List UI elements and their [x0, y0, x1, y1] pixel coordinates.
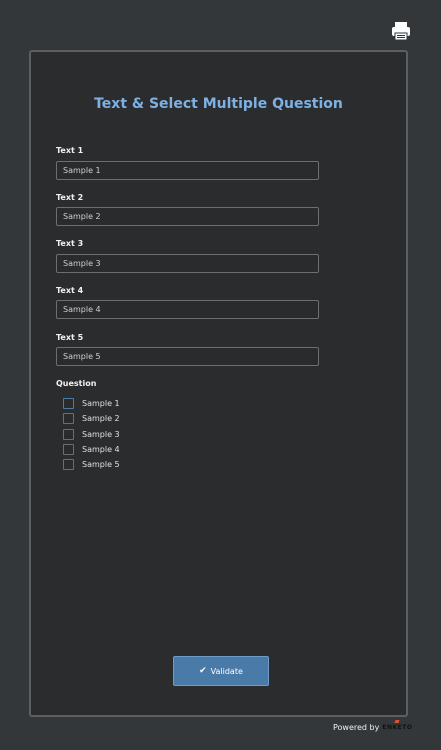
powered-by-footer: Powered by ENKETO — [333, 720, 413, 732]
option-4-label: Sample 4 — [82, 444, 120, 454]
enketo-brand-text: ENKETO — [382, 724, 413, 731]
option-sample-2[interactable]: Sample 2 — [63, 412, 120, 424]
text-2-input[interactable] — [56, 207, 319, 226]
option-4-checkbox[interactable] — [63, 443, 74, 455]
select-question-label: Question — [56, 379, 97, 388]
powered-by-text: Powered by — [333, 723, 380, 732]
option-3-checkbox[interactable] — [63, 428, 74, 440]
form-card: Text & Select Multiple Question Text 1 T… — [29, 50, 408, 717]
option-5-checkbox[interactable] — [63, 458, 74, 470]
option-2-checkbox[interactable] — [63, 412, 74, 424]
option-1-label: Sample 1 — [82, 398, 120, 408]
option-sample-1[interactable]: Sample 1 — [63, 397, 120, 409]
option-sample-3[interactable]: Sample 3 — [63, 428, 120, 440]
option-sample-5[interactable]: Sample 5 — [63, 458, 120, 470]
check-icon: ✔ — [199, 666, 207, 676]
option-1-checkbox[interactable] — [63, 397, 74, 409]
text-5-label: Text 5 — [56, 333, 84, 342]
text-4-input[interactable] — [56, 300, 319, 319]
text-1-input[interactable] — [56, 161, 319, 180]
enketo-logo[interactable]: ENKETO — [382, 720, 413, 731]
option-3-label: Sample 3 — [82, 429, 120, 439]
text-3-input[interactable] — [56, 254, 319, 273]
validate-label: Validate — [210, 666, 243, 676]
enketo-logo-mark — [394, 720, 400, 723]
text-5-input[interactable] — [56, 347, 319, 366]
text-3-label: Text 3 — [56, 239, 84, 248]
text-4-label: Text 4 — [56, 286, 84, 295]
option-5-label: Sample 5 — [82, 459, 120, 469]
option-sample-4[interactable]: Sample 4 — [63, 443, 120, 455]
option-2-label: Sample 2 — [82, 413, 120, 423]
print-button[interactable] — [390, 20, 412, 42]
validate-button[interactable]: ✔ Validate — [173, 656, 269, 686]
text-1-label: Text 1 — [56, 146, 84, 155]
form-title: Text & Select Multiple Question — [94, 96, 343, 112]
print-icon — [392, 22, 410, 41]
text-2-label: Text 2 — [56, 193, 84, 202]
